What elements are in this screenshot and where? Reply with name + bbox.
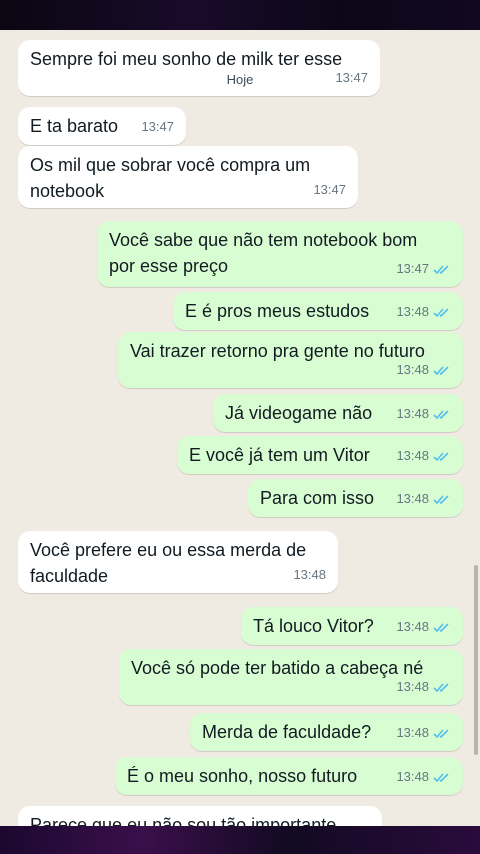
incoming-message[interactable]: E ta barato 13:47 xyxy=(18,107,186,145)
message-time: 13:47 xyxy=(396,261,429,276)
outgoing-message[interactable]: E é pros meus estudos 13:48 xyxy=(173,292,463,330)
message-text: Os mil que sobrar você compra um noteboo… xyxy=(30,155,311,201)
read-ticks-icon xyxy=(433,264,449,274)
message-time: 13:48 xyxy=(396,619,429,634)
message-meta: 13:48 xyxy=(396,674,451,700)
message-text: Você prefere eu ou essa merda de faculda… xyxy=(30,540,307,586)
message-time: 13:48 xyxy=(396,491,429,506)
outgoing-message[interactable]: Vai trazer retorno pra gente no futuro 1… xyxy=(118,332,463,388)
message-time: 13:47 xyxy=(141,119,174,134)
message-time: 13:48 xyxy=(396,679,429,694)
read-ticks-icon xyxy=(433,728,449,738)
date-chip: Hoje xyxy=(219,70,261,90)
message-time: 13:48 xyxy=(293,567,326,582)
message-meta: 13:48 xyxy=(396,486,451,512)
chat-area[interactable]: Sempre foi meu sonho de milk ter esse 13… xyxy=(0,30,480,826)
top-decorative-band xyxy=(0,0,480,30)
message-time: 13:48 xyxy=(396,406,429,421)
read-ticks-icon xyxy=(433,494,449,504)
scrollbar[interactable] xyxy=(474,565,478,755)
message-text: Sempre foi meu sonho de milk ter esse xyxy=(30,49,343,69)
message-meta: 13:48 xyxy=(396,299,451,325)
message-time: 13:48 xyxy=(396,725,429,740)
incoming-message[interactable]: Os mil que sobrar você compra um noteboo… xyxy=(18,146,358,208)
bottom-decorative-band xyxy=(0,826,480,854)
outgoing-message[interactable]: Tá louco Vitor? 13:48 xyxy=(241,607,463,645)
outgoing-message[interactable]: É o meu sonho, nosso futuro 13:48 xyxy=(115,757,463,795)
outgoing-message[interactable]: Já videogame não 13:48 xyxy=(213,394,463,432)
incoming-message[interactable]: Parece que eu não sou tão importante xyxy=(18,806,382,826)
outgoing-message[interactable]: Você só pode ter batido a cabeça né 13:4… xyxy=(119,649,463,705)
outgoing-message[interactable]: E você já tem um Vitor 13:48 xyxy=(177,436,463,474)
message-meta: 13:48 xyxy=(396,614,451,640)
message-time: 13:48 xyxy=(396,362,429,377)
message-meta: 13:47 xyxy=(335,65,368,91)
message-time: 13:48 xyxy=(396,304,429,319)
outgoing-message[interactable]: Para com isso 13:48 xyxy=(248,479,463,517)
message-time: 13:47 xyxy=(313,182,346,197)
outgoing-message[interactable]: Você sabe que não tem notebook bom por e… xyxy=(97,221,463,287)
message-meta: 13:47 xyxy=(141,114,174,140)
read-ticks-icon xyxy=(433,772,449,782)
message-meta: 13:48 xyxy=(293,562,326,588)
incoming-message[interactable]: Você prefere eu ou essa merda de faculda… xyxy=(18,531,338,593)
message-time: 13:48 xyxy=(396,769,429,784)
message-meta: 13:47 xyxy=(313,177,346,203)
read-ticks-icon xyxy=(433,365,449,375)
message-meta: 13:48 xyxy=(396,764,451,790)
read-ticks-icon xyxy=(433,682,449,692)
message-meta: 13:48 xyxy=(396,357,451,383)
outgoing-message[interactable]: Merda de faculdade? 13:48 xyxy=(190,713,463,751)
message-meta: 13:48 xyxy=(396,720,451,746)
message-meta: 13:48 xyxy=(396,401,451,427)
message-time: 13:48 xyxy=(396,448,429,463)
message-meta: 13:48 xyxy=(396,443,451,469)
incoming-message[interactable]: Sempre foi meu sonho de milk ter esse 13… xyxy=(18,40,380,96)
read-ticks-icon xyxy=(433,451,449,461)
read-ticks-icon xyxy=(433,409,449,419)
read-ticks-icon xyxy=(433,622,449,632)
message-text: Parece que eu não sou tão importante xyxy=(30,815,337,826)
message-meta: 13:47 xyxy=(396,256,451,282)
read-ticks-icon xyxy=(433,307,449,317)
message-time: 13:47 xyxy=(335,70,368,85)
